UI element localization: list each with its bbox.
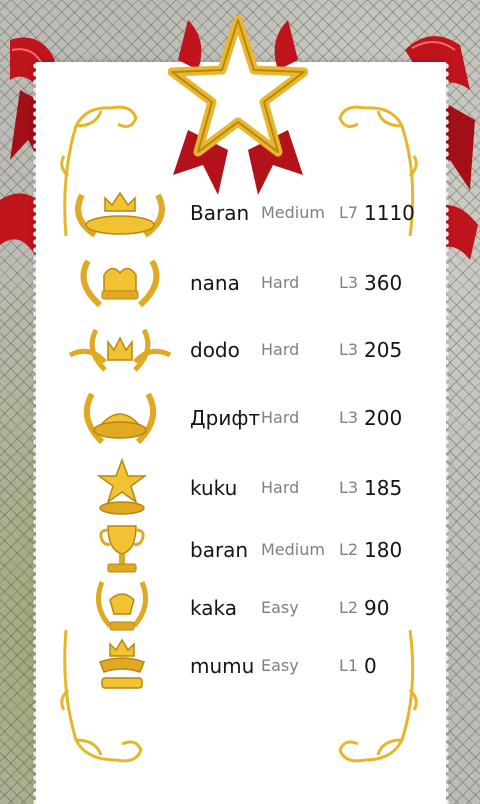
difficulty-label: Easy — [261, 656, 299, 675]
star-trophy-icon — [60, 458, 180, 518]
score-row-7: kaka Easy L2 90 — [60, 578, 450, 638]
difficulty-label: Hard — [261, 340, 300, 359]
score-row-6: baran Medium L2 180 — [60, 520, 450, 580]
difficulty-label: Easy — [261, 598, 299, 617]
cup-trophy-icon — [60, 520, 180, 580]
score-row-5: kuku Hard L3 185 — [60, 458, 450, 518]
winged-crown-icon — [60, 320, 180, 380]
crown-ribbon-icon — [60, 636, 180, 696]
score-value: 1110 — [364, 201, 415, 225]
laurel-crown-icon — [60, 183, 180, 243]
score-value: 180 — [364, 538, 403, 562]
score-value: 185 — [364, 476, 403, 500]
score-row-1: Baran Medium L7 1110 — [60, 183, 450, 243]
player-name: nana — [190, 271, 240, 295]
score-row-4: Дрифт Hard L3 200 — [60, 388, 450, 448]
score-row-8: mumu Easy L1 0 — [60, 636, 450, 696]
laurel-cup-icon — [60, 578, 180, 638]
player-name: mumu — [190, 654, 255, 678]
level-label: L3 — [339, 340, 359, 359]
highscore-screen: Baran Medium L7 1110 nana Hard L3 360 do… — [0, 0, 480, 804]
score-row-2: nana Hard L3 360 — [60, 253, 450, 313]
score-row-3: dodo Hard L3 205 — [60, 320, 450, 380]
level-label: L2 — [339, 540, 359, 559]
score-value: 205 — [364, 338, 403, 362]
player-name: Baran — [190, 201, 250, 225]
player-name: dodo — [190, 338, 240, 362]
player-name: kuku — [190, 476, 238, 500]
level-label: L3 — [339, 478, 359, 497]
tiara-laurel-icon — [60, 388, 180, 448]
player-name: Дрифт — [190, 406, 261, 430]
level-label: L7 — [339, 203, 359, 222]
difficulty-label: Medium — [261, 203, 325, 222]
score-value: 200 — [364, 406, 403, 430]
difficulty-label: Hard — [261, 478, 300, 497]
level-label: L3 — [339, 408, 359, 427]
difficulty-label: Medium — [261, 540, 325, 559]
player-name: baran — [190, 538, 249, 562]
player-name: kaka — [190, 596, 237, 620]
star-badge-icon — [168, 15, 308, 195]
royal-crown-laurel-icon — [60, 253, 180, 313]
score-value: 0 — [364, 654, 377, 678]
level-label: L2 — [339, 598, 359, 617]
score-value: 90 — [364, 596, 390, 620]
level-label: L1 — [339, 656, 359, 675]
difficulty-label: Hard — [261, 273, 300, 292]
level-label: L3 — [339, 273, 359, 292]
difficulty-label: Hard — [261, 408, 300, 427]
score-value: 360 — [364, 271, 403, 295]
